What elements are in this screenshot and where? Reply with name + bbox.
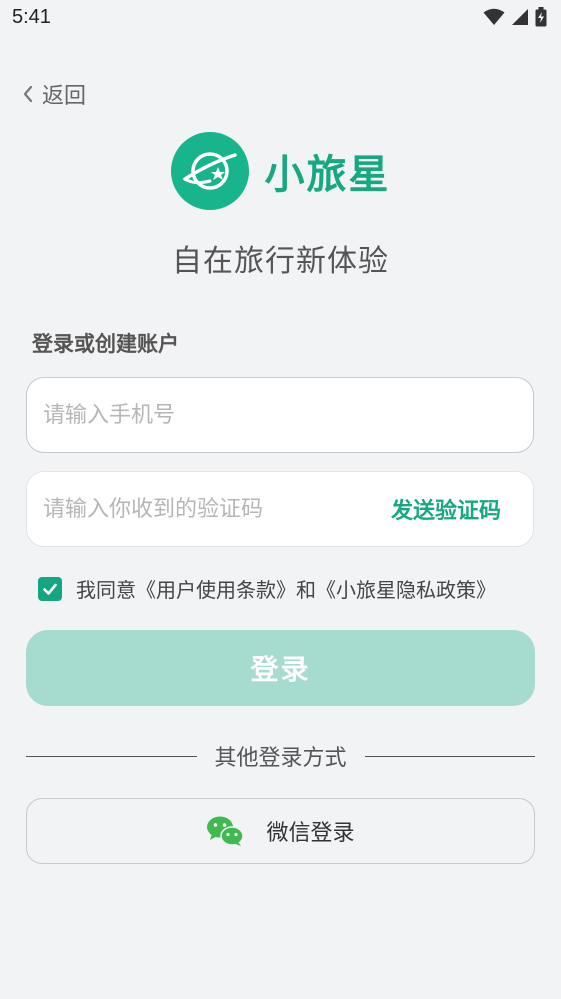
divider-label: 其他登录方式 xyxy=(214,746,347,771)
brand-name: 小旅星 xyxy=(264,152,391,198)
form-title: 登录或创建账户 xyxy=(32,332,179,356)
agreement-checkbox[interactable] xyxy=(38,576,62,601)
status-time: 5:41 xyxy=(12,6,51,28)
status-icons xyxy=(483,7,547,27)
back-button[interactable]: 返回 xyxy=(22,78,86,110)
phone-input[interactable] xyxy=(43,402,517,428)
code-field[interactable]: 发送验证码 xyxy=(26,471,534,547)
divider-line-left xyxy=(26,755,197,757)
wifi-icon xyxy=(483,8,505,25)
back-label: 返回 xyxy=(42,84,87,109)
battery-icon xyxy=(535,7,547,27)
wechat-icon xyxy=(207,816,245,846)
wechat-login-label: 微信登录 xyxy=(266,821,355,846)
phone-field[interactable] xyxy=(26,377,534,453)
agreement-row: 我同意《用户使用条款》和《小旅星隐私政策》 xyxy=(38,574,496,603)
alt-login-divider: 其他登录方式 xyxy=(26,740,536,772)
send-code-button[interactable]: 发送验证码 xyxy=(391,493,501,525)
agreement-text[interactable]: 我同意《用户使用条款》和《小旅星隐私政策》 xyxy=(76,574,496,603)
wechat-login-button[interactable]: 微信登录 xyxy=(26,798,535,864)
divider-line-right xyxy=(364,755,536,757)
status-bar: 5:41 xyxy=(0,0,561,38)
planet-logo-icon xyxy=(182,152,237,190)
brand-header: 小旅星 xyxy=(0,132,561,210)
logo xyxy=(170,132,249,210)
signal-icon xyxy=(512,9,528,25)
tagline: 自在旅行新体验 xyxy=(172,244,389,279)
login-button[interactable]: 登录 xyxy=(26,630,535,706)
chevron-left-icon xyxy=(23,85,33,103)
verification-code-input[interactable] xyxy=(43,496,391,522)
check-icon xyxy=(43,583,57,595)
